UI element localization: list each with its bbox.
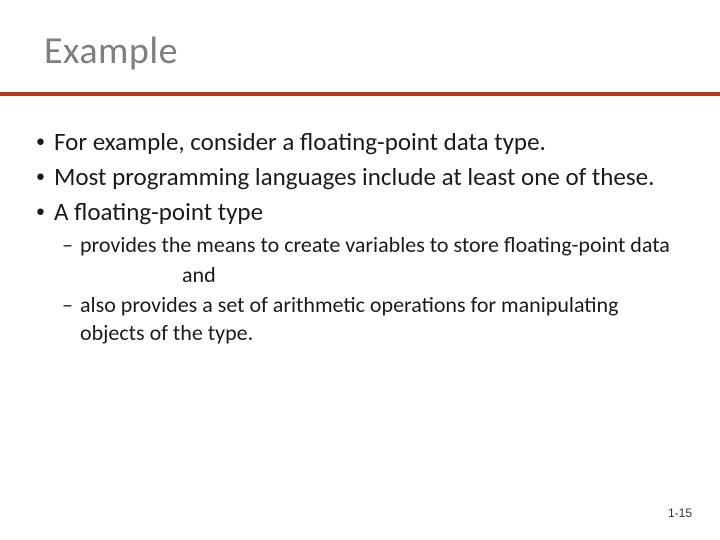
slide-title: Example [44, 28, 688, 74]
bullet-list: For example, consider a floating-point d… [32, 126, 688, 228]
slide: Example For example, consider a floating… [0, 0, 720, 540]
sub-bullet-list: provides the means to create variables t… [32, 231, 688, 348]
bullet-item: A floating-point type [32, 196, 688, 228]
sub-bullet-item: also provides a set of arithmetic operat… [32, 291, 688, 347]
sub-bullet-item: provides the means to create variables t… [32, 231, 688, 259]
bullet-item: For example, consider a floating-point d… [32, 126, 688, 158]
horizontal-rule [0, 92, 720, 96]
sub-bullet-connector: and [32, 261, 688, 289]
bullet-item: Most programming languages include at le… [32, 161, 688, 193]
page-number: 1-15 [668, 506, 692, 520]
